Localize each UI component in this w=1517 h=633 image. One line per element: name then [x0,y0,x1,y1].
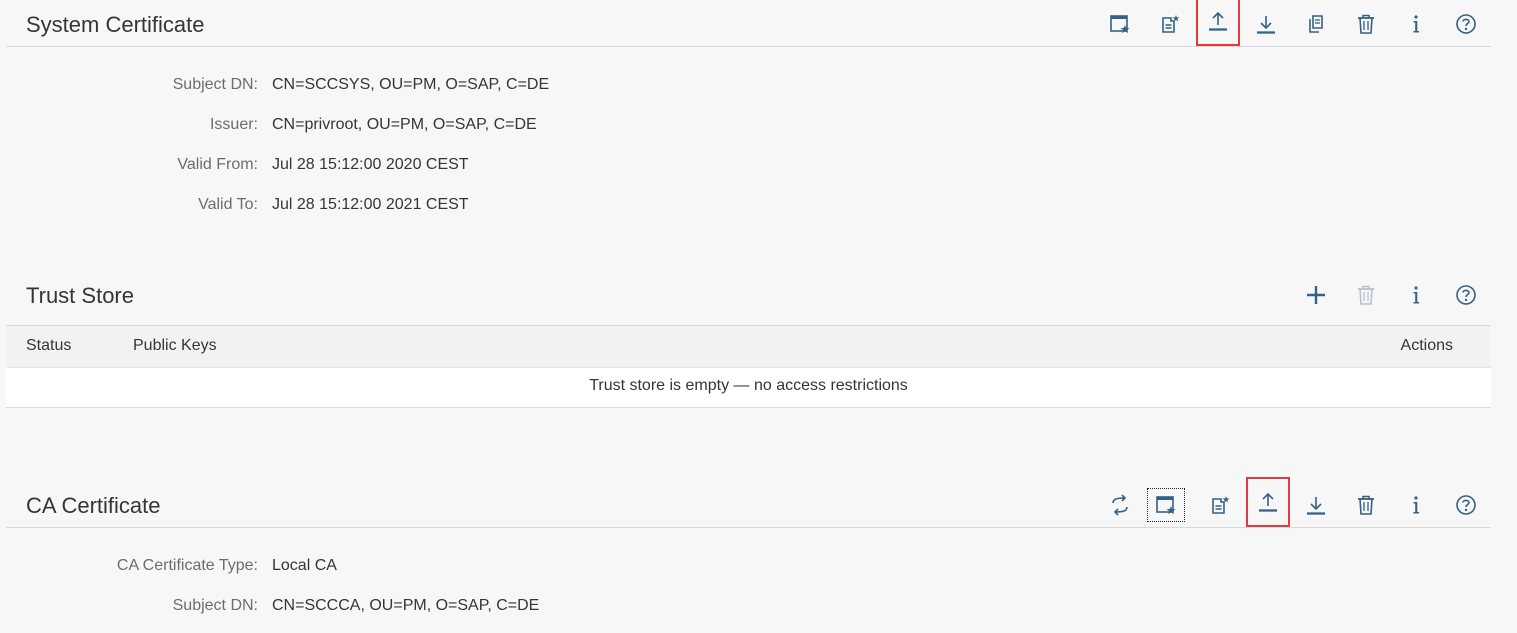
empty-state-text: Trust store is empty — no access restric… [589,377,908,394]
table-header: Status Public Keys Actions [6,325,1491,368]
download-icon [1255,13,1277,35]
info-button[interactable] [1399,278,1433,312]
help-button[interactable] [1449,278,1483,312]
field-value: CN=SCCSYS, OU=PM, O=SAP, C=DE [272,76,550,93]
generate-csr-button[interactable] [1153,7,1187,41]
field-label: Subject DN: [172,76,258,93]
generate-csr-icon [1159,13,1181,35]
info-button[interactable] [1399,488,1433,522]
switch-icon [1109,494,1131,516]
download-button[interactable] [1249,7,1283,41]
field-value: Local CA [272,557,337,574]
delete-icon [1355,13,1377,35]
info-button[interactable] [1399,7,1433,41]
create-certificate-button[interactable] [1147,488,1185,522]
upload-button[interactable] [1196,0,1240,46]
field-value: CN=privroot, OU=PM, O=SAP, C=DE [272,116,537,133]
create-certificate-icon [1155,494,1177,516]
column-header-status[interactable]: Status [26,337,71,355]
ca-certificate-header: CA Certificate [6,477,1491,528]
generate-csr-icon [1209,494,1231,516]
info-icon [1405,494,1427,516]
table-empty-row: Trust store is empty — no access restric… [6,367,1491,408]
help-icon [1455,13,1477,35]
switch-button[interactable] [1103,488,1137,522]
generate-csr-button[interactable] [1203,488,1237,522]
upload-icon [1257,491,1279,513]
info-icon [1405,13,1427,35]
ca-certificate-toolbar [6,477,1491,527]
delete-button[interactable] [1349,7,1383,41]
delete-button[interactable] [1349,488,1383,522]
field-label: Valid From: [177,156,258,173]
field-label: CA Certificate Type: [116,557,258,574]
field-value: CN=SCCCA, OU=PM, O=SAP, C=DE [272,597,540,614]
system-certificate-header: System Certificate [6,0,1491,47]
add-button[interactable] [1299,278,1333,312]
field-value: Jul 28 15:12:00 2020 CEST [272,156,469,173]
field-label: Issuer: [209,116,258,133]
download-icon [1305,494,1327,516]
column-header-public-keys[interactable]: Public Keys [133,337,217,355]
delete-icon [1355,494,1377,516]
help-icon [1455,494,1477,516]
info-icon [1405,284,1427,306]
download-button[interactable] [1299,488,1333,522]
trust-store-header: Trust Store [6,271,1491,317]
field-label: Valid To: [198,196,258,213]
create-certificate-icon [1109,13,1131,35]
system-certificate-toolbar [6,0,1491,46]
column-header-actions[interactable]: Actions [1401,337,1453,355]
create-certificate-button[interactable] [1103,7,1137,41]
add-icon [1305,284,1327,306]
delete-icon [1355,284,1377,306]
delete-button[interactable] [1349,278,1383,312]
help-icon [1455,284,1477,306]
upload-icon [1207,10,1229,32]
trust-store-toolbar [6,271,1491,317]
help-button[interactable] [1449,488,1483,522]
field-value: Jul 28 15:12:00 2021 CEST [272,196,469,213]
help-button[interactable] [1449,7,1483,41]
copy-icon [1305,13,1327,35]
trust-store-table: Status Public Keys Actions Trust store i… [6,325,1491,408]
copy-button[interactable] [1299,7,1333,41]
upload-button[interactable] [1246,477,1290,527]
field-label: Subject DN: [172,597,258,614]
